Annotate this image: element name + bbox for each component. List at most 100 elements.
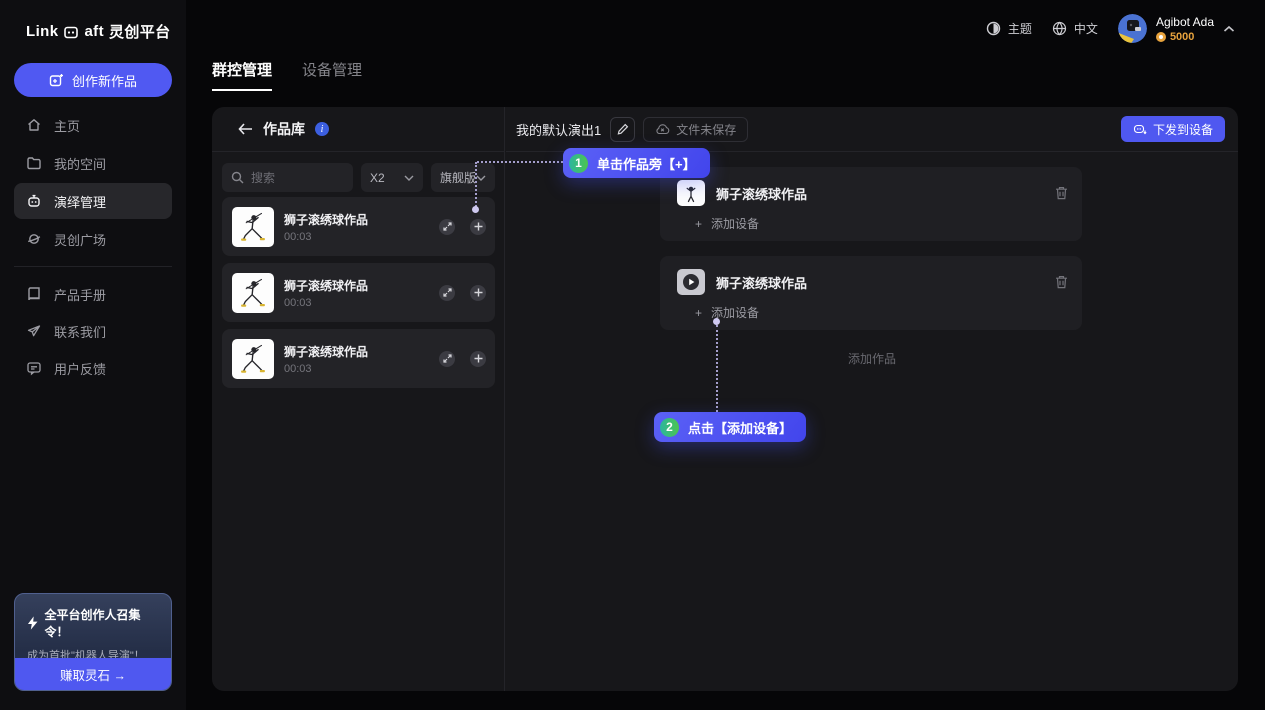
add-device-button[interactable]: + 添加设备 xyxy=(695,215,759,232)
create-work-label: 创作新作品 xyxy=(72,71,137,90)
brand-platform: 灵创平台 xyxy=(109,21,171,42)
lightning-icon xyxy=(27,616,38,630)
info-icon[interactable]: i xyxy=(315,122,329,136)
rename-button[interactable] xyxy=(610,117,635,142)
tour-step-text: 点击【添加设备】 xyxy=(688,418,792,437)
create-new-work-button[interactable]: 创作新作品 xyxy=(14,63,172,97)
language-label: 中文 xyxy=(1074,20,1098,37)
plus-icon xyxy=(474,288,483,297)
language-switcher[interactable]: 中文 xyxy=(1052,20,1098,37)
library-work-item: 狮子滚绣球作品 00:03 xyxy=(222,197,495,256)
theme-toggle[interactable]: 主题 xyxy=(986,20,1032,37)
add-device-button[interactable]: + 添加设备 xyxy=(695,304,759,321)
library-toolbar: X2 旗舰版 xyxy=(222,163,495,192)
tour-step-number: 2 xyxy=(660,418,679,437)
theme-icon xyxy=(986,21,1001,36)
coin-icon xyxy=(1156,32,1166,42)
tour-step-2-callout: 2 点击【添加设备】 xyxy=(654,412,806,442)
home-icon xyxy=(26,117,42,133)
play-icon xyxy=(682,273,700,291)
canvas-work-card: 狮子滚绣球作品 + 添加设备 xyxy=(660,167,1082,241)
tour-connector-endpoint-1 xyxy=(472,206,479,213)
work-thumbnail xyxy=(232,207,274,247)
library-work-list: 狮子滚绣球作品 00:03 狮子滚绣球作品 xyxy=(222,197,495,395)
delete-card-button[interactable] xyxy=(1055,186,1068,200)
edition-select-value: 旗舰版 xyxy=(440,169,476,186)
canvas-work-title: 狮子滚绣球作品 xyxy=(716,184,1044,203)
back-button[interactable] xyxy=(238,123,253,135)
earn-gems-button[interactable]: 赚取灵石 → xyxy=(15,658,171,690)
search-input[interactable] xyxy=(251,171,341,185)
canvas-work-title: 狮子滚绣球作品 xyxy=(716,273,1044,292)
tab-group-control[interactable]: 群控管理 xyxy=(212,59,272,91)
tour-step-number: 1 xyxy=(569,154,588,173)
performance-title: 我的默认演出1 xyxy=(516,120,601,139)
robot-icon xyxy=(26,193,42,209)
tour-connector-vertical-1 xyxy=(475,162,477,207)
user-account[interactable]: Agibot Ada 5000 xyxy=(1118,14,1235,43)
canvas-work-thumbnail xyxy=(677,180,705,206)
work-info: 狮子滚绣球作品 00:03 xyxy=(284,343,424,375)
sidebar: Link aft 灵创平台 创作新作品 主页 我的空间 xyxy=(0,0,186,710)
add-work-button[interactable]: 添加作品 xyxy=(506,350,1238,367)
work-title: 狮子滚绣球作品 xyxy=(284,343,424,360)
sidebar-item-contact-us[interactable]: 联系我们 xyxy=(14,313,172,349)
plus-icon xyxy=(474,222,483,231)
canvas-work-thumbnail-playing xyxy=(677,269,705,295)
works-library-pane: 作品库 i X2 旗舰版 xyxy=(212,107,505,691)
sidebar-nav-secondary: 产品手册 联系我们 用户反馈 xyxy=(14,276,172,387)
cloud-unsaved-icon xyxy=(655,123,670,135)
add-work-to-canvas-button[interactable] xyxy=(470,351,486,367)
sidebar-item-performance-management[interactable]: 演绎管理 xyxy=(14,183,172,219)
tab-device-management[interactable]: 设备管理 xyxy=(302,59,362,91)
deploy-robot-icon xyxy=(1133,123,1147,135)
sidebar-item-home[interactable]: 主页 xyxy=(14,107,172,143)
group-control-panel: 作品库 i X2 旗舰版 xyxy=(212,107,1238,691)
save-status-label: 文件未保存 xyxy=(676,121,736,138)
main-tabs: 群控管理 设备管理 xyxy=(212,59,362,91)
library-title: 作品库 xyxy=(263,119,305,139)
search-box xyxy=(222,163,353,192)
speed-select[interactable]: X2 xyxy=(361,163,423,192)
work-duration: 00:03 xyxy=(284,297,424,309)
edition-select[interactable]: 旗舰版 xyxy=(431,163,495,192)
plus-icon xyxy=(474,354,483,363)
sidebar-item-product-manual[interactable]: 产品手册 xyxy=(14,276,172,312)
app-window: Link aft 灵创平台 创作新作品 主页 我的空间 xyxy=(0,0,1265,710)
sidebar-item-label: 演绎管理 xyxy=(54,192,106,211)
sidebar-item-label: 主页 xyxy=(54,116,80,135)
chevron-up-icon[interactable] xyxy=(1223,25,1235,33)
creator-promo-card: 全平台创作人召集令！ 成为首批"机器人导演"！ 赚取灵石 → xyxy=(14,593,172,691)
theme-label: 主题 xyxy=(1008,20,1032,37)
user-avatar xyxy=(1118,14,1147,43)
book-icon xyxy=(26,286,42,302)
sidebar-nav-primary: 主页 我的空间 演绎管理 灵创广场 xyxy=(14,107,172,259)
deploy-to-device-button[interactable]: 下发到设备 xyxy=(1121,116,1225,142)
library-work-item: 狮子滚绣球作品 00:03 xyxy=(222,263,495,322)
back-arrow-icon xyxy=(238,123,253,135)
sidebar-item-label: 产品手册 xyxy=(54,285,106,304)
brand-logo: Link aft 灵创平台 xyxy=(26,21,171,42)
work-duration: 00:03 xyxy=(284,231,424,243)
chevron-down-icon xyxy=(404,175,414,181)
sidebar-item-label: 联系我们 xyxy=(54,322,106,341)
canvas-work-card: 狮子滚绣球作品 + 添加设备 xyxy=(660,256,1082,330)
add-work-to-canvas-button[interactable] xyxy=(470,219,486,235)
add-work-to-canvas-button[interactable] xyxy=(470,285,486,301)
sidebar-item-label: 用户反馈 xyxy=(54,359,106,378)
tour-connector-horizontal xyxy=(477,161,563,163)
trash-icon xyxy=(1055,186,1068,200)
preview-work-button[interactable] xyxy=(439,351,455,367)
work-info: 狮子滚绣球作品 00:03 xyxy=(284,277,424,309)
sidebar-item-label: 我的空间 xyxy=(54,154,106,173)
folder-icon xyxy=(26,155,42,171)
preview-work-button[interactable] xyxy=(439,285,455,301)
sidebar-item-user-feedback[interactable]: 用户反馈 xyxy=(14,350,172,386)
sidebar-item-plaza[interactable]: 灵创广场 xyxy=(14,221,172,257)
sidebar-item-my-space[interactable]: 我的空间 xyxy=(14,145,172,181)
delete-card-button[interactable] xyxy=(1055,275,1068,289)
sidebar-item-label: 灵创广场 xyxy=(54,230,106,249)
preview-work-button[interactable] xyxy=(439,219,455,235)
save-status-chip: 文件未保存 xyxy=(643,117,748,142)
promo-title: 全平台创作人召集令！ xyxy=(44,606,159,640)
